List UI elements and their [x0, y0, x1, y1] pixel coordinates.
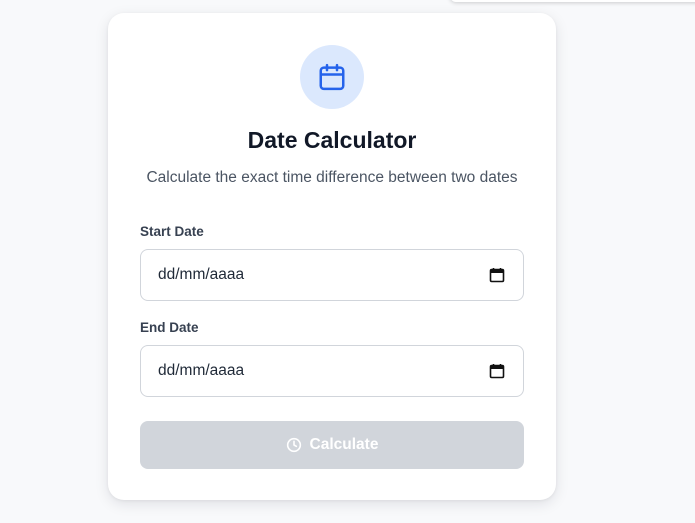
start-date-value: dd/mm/aaaa — [158, 266, 245, 283]
date-calculator-card: Date Calculator Calculate the exact time… — [108, 13, 556, 500]
calculate-button[interactable]: Calculate — [140, 421, 524, 469]
start-date-label: Start Date — [140, 224, 204, 239]
page-subtitle: Calculate the exact time difference betw… — [146, 169, 518, 186]
calculate-button-label: Calculate — [309, 436, 379, 453]
end-date-input[interactable]: dd/mm/aaaa — [140, 345, 524, 397]
page-title: Date Calculator — [247, 127, 417, 153]
end-date-label: End Date — [140, 320, 199, 335]
end-date-value: dd/mm/aaaa — [158, 362, 245, 379]
clock-icon — [286, 437, 301, 453]
calendar-icon — [319, 63, 345, 91]
calendar-picker-icon[interactable] — [489, 363, 505, 379]
start-date-input[interactable]: dd/mm/aaaa — [140, 249, 524, 301]
top-right-panel-edge — [450, 0, 695, 2]
calendar-picker-icon[interactable] — [489, 267, 505, 283]
header-icon-badge — [300, 45, 364, 109]
